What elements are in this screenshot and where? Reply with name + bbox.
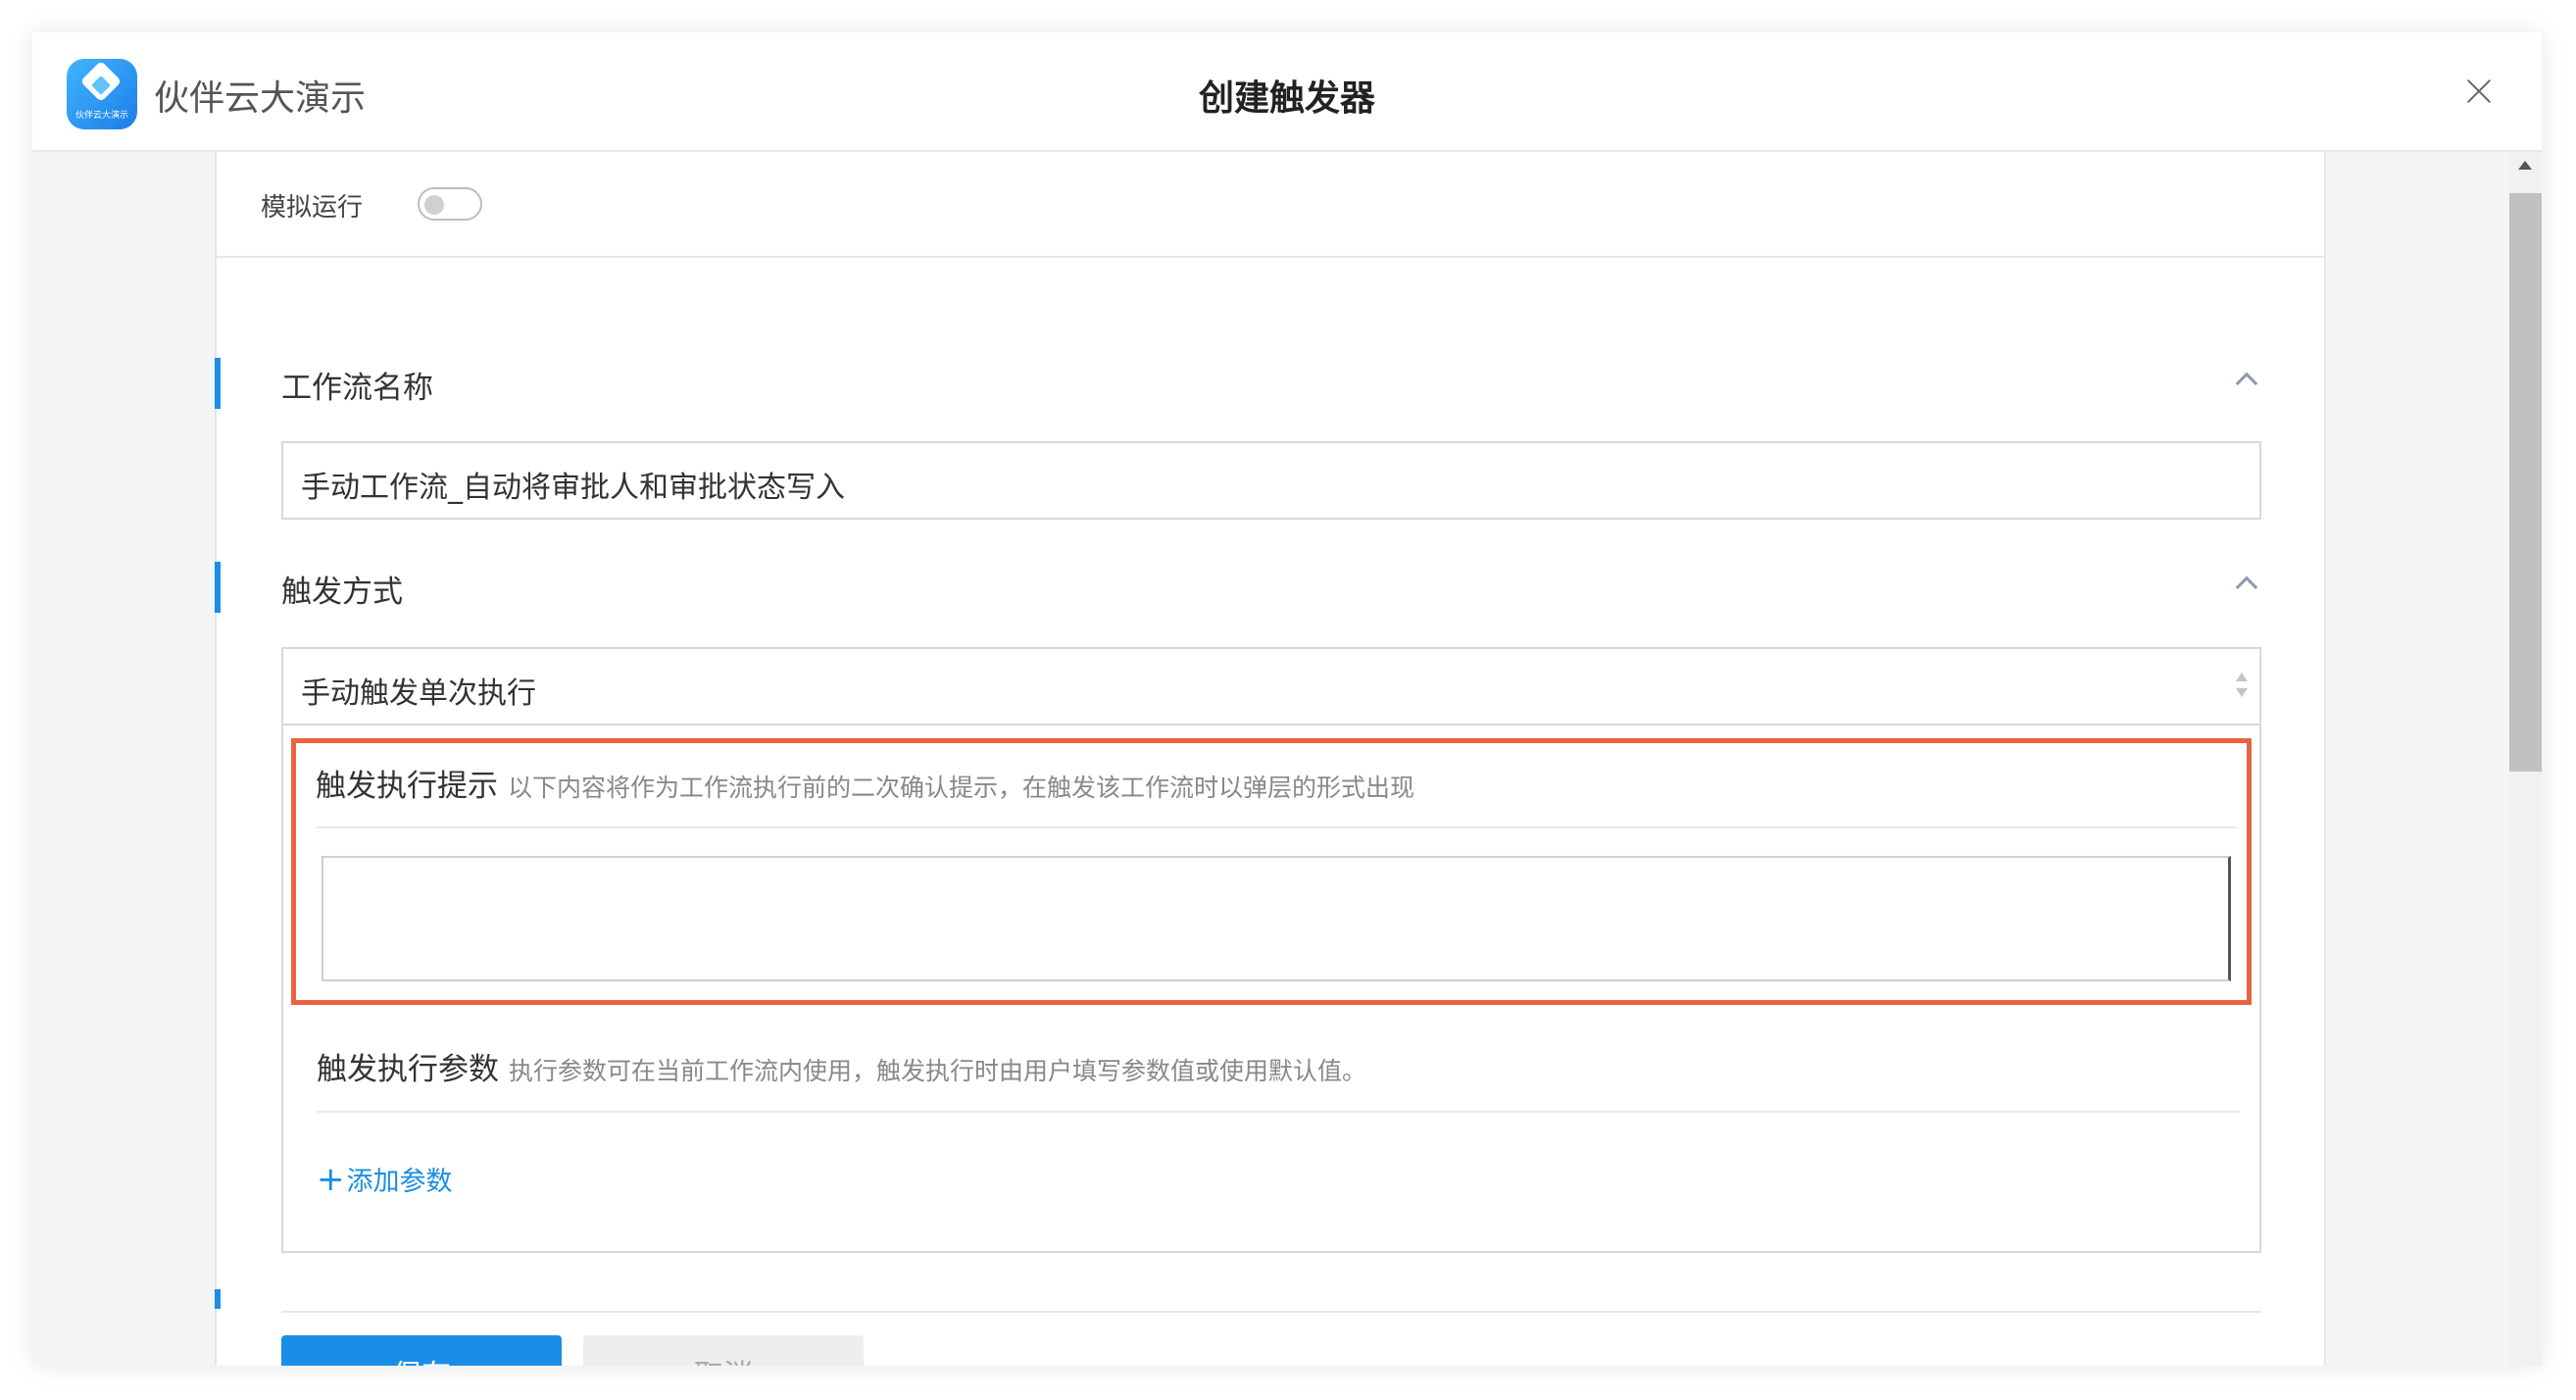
trigger-prompt-title: 触发执行提示 [316,769,498,804]
vertical-scrollbar[interactable] [2509,152,2542,1366]
save-button[interactable]: 保存 [281,1335,562,1366]
close-icon[interactable] [2455,68,2502,115]
section-marker [215,358,221,409]
trigger-prompt-textarea[interactable] [322,856,2231,981]
trigger-prompt-hint: 以下内容将作为工作流执行前的二次确认提示，在触发该工作流时以弹层的形式出现 [508,774,1415,802]
section-marker [215,1289,221,1309]
dialog-title: 创建触发器 [1198,78,1375,119]
divider [316,826,2237,828]
simulate-run-label: 模拟运行 [261,193,364,223]
add-param-button[interactable]: +添加参数 [317,1160,453,1199]
trigger-params-heading: 触发执行参数 执行参数可在当前工作流内使用，触发执行时由用户填写参数值或使用默认值… [317,1044,1366,1088]
scroll-up-arrow-icon[interactable] [2518,161,2532,170]
trigger-prompt-highlight: 触发执行提示 以下内容将作为工作流执行前的二次确认提示，在触发该工作流时以弹层的形… [291,738,2252,1005]
add-param-label: 添加参数 [346,1167,453,1197]
cancel-button[interactable]: 取消 [583,1335,864,1366]
trigger-options-panel: 触发执行提示 以下内容将作为工作流执行前的二次确认提示，在触发该工作流时以弹层的形… [281,724,2261,1253]
trigger-params-hint: 执行参数可在当前工作流内使用，触发执行时由用户填写参数值或使用默认值。 [509,1057,1367,1085]
trigger-params-title: 触发执行参数 [317,1052,499,1087]
trigger-mode-section-title: 触发方式 [281,575,403,610]
divider [317,1111,2240,1113]
footer-divider [281,1311,2261,1313]
trigger-mode-select[interactable]: 手动触发单次执行 [281,647,2261,725]
select-arrows-icon [2234,671,2250,702]
plus-icon: + [317,1160,345,1199]
section-marker [215,562,221,613]
simulate-run-toggle[interactable] [418,187,482,221]
workflow-name-section-title: 工作流名称 [281,371,433,406]
trigger-prompt-heading: 触发执行提示 以下内容将作为工作流执行前的二次确认提示，在触发该工作流时以弹层的形… [316,761,1414,805]
create-trigger-dialog: 伙伴云大演示 伙伴云大演示 创建触发器 模拟运行 工作流名称 手动工作流_自动将… [32,32,2542,1366]
dialog-header: 伙伴云大演示 伙伴云大演示 创建触发器 [32,32,2542,152]
trigger-mode-value: 手动触发单次执行 [301,676,536,711]
scrollbar-thumb[interactable] [2509,193,2542,772]
chevron-up-icon[interactable] [2236,574,2255,593]
toggle-knob [424,195,444,215]
workflow-name-input[interactable]: 手动工作流_自动将审批人和审批状态写入 [281,441,2261,520]
chevron-up-icon[interactable] [2236,370,2255,389]
simulate-run-row: 模拟运行 [217,152,2324,258]
form-panel: 模拟运行 工作流名称 手动工作流_自动将审批人和审批状态写入 触发方式 手动触发… [215,152,2326,1366]
